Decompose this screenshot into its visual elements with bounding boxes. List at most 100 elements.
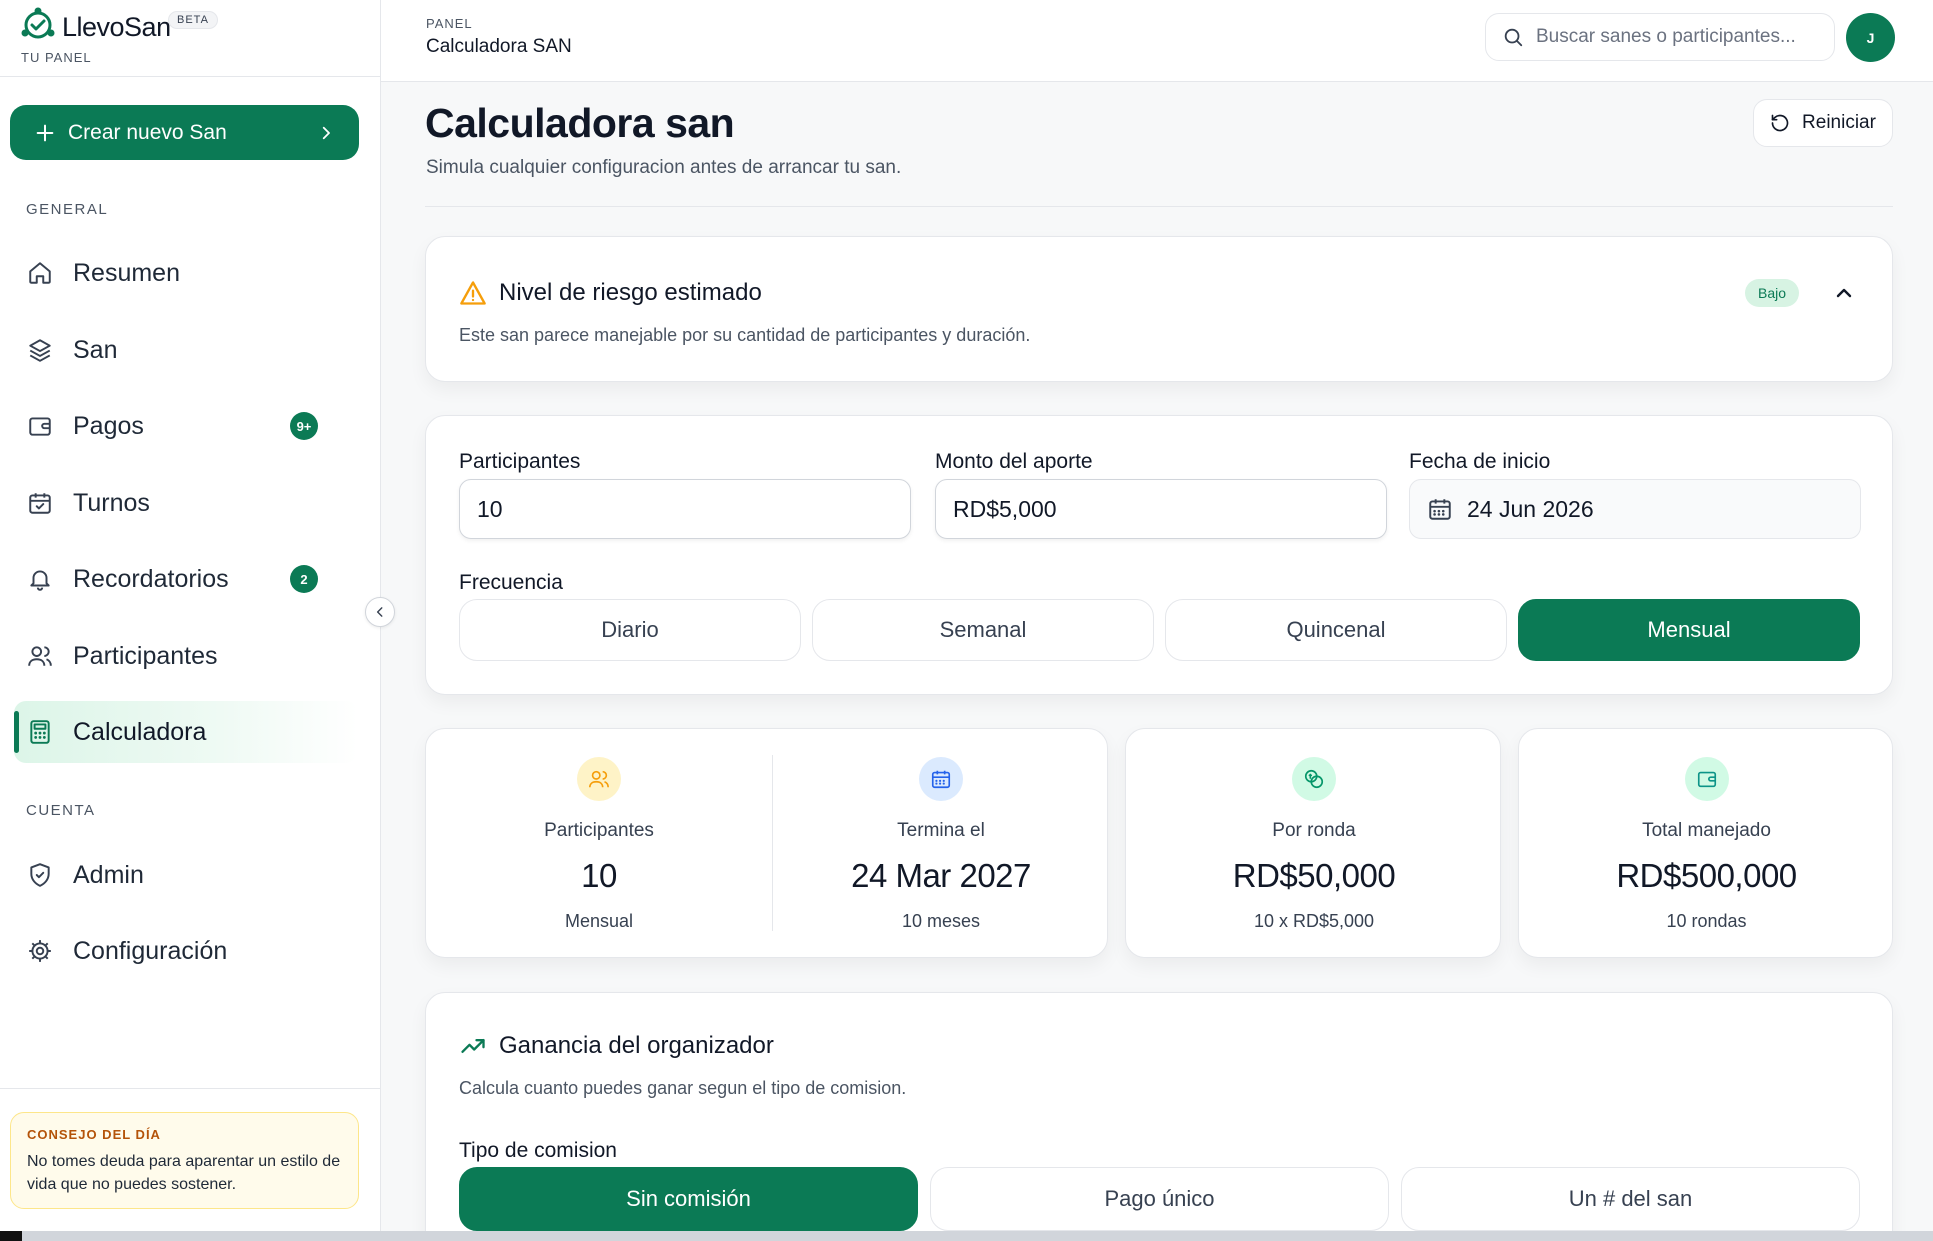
pagos-count-badge: 9+ [290, 412, 318, 440]
sidebar-item-label: Resumen [73, 258, 180, 287]
rotate-ccw-icon [1771, 114, 1789, 132]
layers-icon [29, 339, 51, 362]
avatar[interactable]: J [1846, 13, 1895, 62]
chevron-up-icon[interactable] [1832, 281, 1856, 305]
users-icon [577, 757, 621, 801]
sidebar-item-pagos[interactable]: Pagos 9+ [14, 395, 358, 457]
top-header: PANEL Calculadora SAN Buscar sanes o par… [381, 0, 1933, 82]
stat-sub: Mensual [564, 911, 634, 931]
create-san-label: Crear nuevo San [68, 120, 227, 144]
sidebar-item-label: Calculadora [73, 717, 207, 746]
sidebar-item-label: Configuración [73, 936, 228, 965]
sidebar-item-label: Recordatorios [73, 564, 229, 593]
sidebar-item-calculadora[interactable]: Calculadora [14, 701, 358, 763]
plus-icon [36, 124, 54, 141]
amount-input[interactable]: RD$5,000 [935, 479, 1387, 539]
stat-value: RD$50,000 [1232, 857, 1396, 894]
page-title: Calculadora san [425, 100, 735, 146]
frequency-option-quincenal[interactable]: Quincenal [1165, 599, 1507, 661]
gain-title: Ganancia del organizador [459, 1032, 774, 1060]
stat-value: 24 Mar 2027 [851, 857, 1031, 894]
stat-label: Termina el [897, 820, 985, 841]
stat-value: 10 [581, 857, 617, 894]
section-general: GENERAL [26, 201, 109, 218]
participants-label: Participantes [459, 450, 581, 473]
breadcrumb-title: Calculadora SAN [426, 36, 572, 57]
bell-icon [30, 570, 50, 591]
commission-option-numero-del-san[interactable]: Un # del san [1401, 1167, 1860, 1231]
sidebar-item-resumen[interactable]: Resumen [14, 242, 358, 304]
gain-title-text: Ganancia del organizador [499, 1032, 774, 1059]
search-placeholder: Buscar sanes o participantes... [1536, 26, 1796, 47]
page-subtitle: Simula cualquier configuracion antes de … [426, 157, 902, 178]
frequency-option-semanal[interactable]: Semanal [812, 599, 1154, 661]
stat-per-round: Por ronda RD$50,000 10 x RD$5,000 [1126, 729, 1502, 959]
search-input[interactable]: Buscar sanes o participantes... [1485, 13, 1835, 61]
start-date-value: 24 Jun 2026 [1467, 495, 1594, 522]
collapse-sidebar-button[interactable] [365, 597, 395, 627]
gain-description: Calcula cuanto puedes ganar segun el tip… [459, 1078, 907, 1098]
reset-button[interactable]: Reiniciar [1753, 99, 1893, 147]
brand-name: LlevoSan [62, 12, 171, 42]
scrollbar-thumb[interactable] [0, 1231, 22, 1241]
chevron-left-icon [376, 607, 383, 617]
section-cuenta: CUENTA [26, 802, 96, 819]
risk-title: Nivel de riesgo estimado [459, 279, 762, 307]
breadcrumb-section: PANEL [426, 16, 473, 31]
sidebar-item-label: San [73, 335, 118, 364]
commission-option-sin-comision[interactable]: Sin comisión [459, 1167, 918, 1231]
stat-value: RD$500,000 [1616, 857, 1797, 894]
search-icon [1504, 28, 1523, 47]
config-form-card: Participantes 10 Monto del aporte RD$5,0… [425, 415, 1893, 695]
stat-total: Total manejado RD$500,000 10 rondas [1519, 729, 1894, 959]
sidebar-item-recordatorios[interactable]: Recordatorios 2 [14, 548, 358, 610]
commission-option-pago-unico[interactable]: Pago único [930, 1167, 1389, 1231]
stat-label: Participantes [544, 820, 654, 841]
reset-label: Reiniciar [1802, 112, 1876, 133]
sidebar-item-participantes[interactable]: Participantes [14, 625, 358, 687]
sidebar-item-configuracion[interactable]: Configuración [14, 920, 358, 982]
frequency-option-mensual[interactable]: Mensual [1518, 599, 1860, 661]
risk-title-text: Nivel de riesgo estimado [499, 279, 762, 306]
beta-badge: BETA [168, 11, 218, 29]
wallet-icon [29, 417, 51, 436]
wallet-icon [1684, 757, 1729, 801]
warning-icon [460, 281, 486, 305]
chevron-right-icon [322, 126, 330, 139]
stat-label: Total manejado [1642, 820, 1771, 841]
sidebar-item-label: Admin [73, 860, 144, 889]
stats-card-total: Total manejado RD$500,000 10 rondas [1518, 728, 1893, 958]
tip-title: CONSEJO DEL DÍA [27, 1127, 161, 1142]
stat-label: Por ronda [1272, 820, 1356, 841]
brand-subtitle: TU PANEL [21, 50, 92, 65]
amount-label: Monto del aporte [935, 450, 1093, 473]
gear-icon [29, 940, 51, 962]
tip-of-the-day: CONSEJO DEL DÍA No tomes deuda para apar… [10, 1112, 359, 1209]
amount-value: RD$5,000 [953, 495, 1057, 522]
sidebar: LlevoSan BETA TU PANEL Crear nuevo San G… [0, 0, 381, 1241]
participants-input[interactable]: 10 [459, 479, 911, 539]
stat-sub: 10 x RD$5,000 [1253, 911, 1375, 931]
stat-sub: 10 rondas [1666, 911, 1747, 931]
stat-end-date: Termina el 24 Mar 2027 10 meses [773, 729, 1109, 959]
stats-card-per-round: Por ronda RD$50,000 10 x RD$5,000 [1125, 728, 1501, 958]
sidebar-item-admin[interactable]: Admin [14, 844, 358, 906]
participants-value: 10 [477, 495, 503, 522]
calendar-check-icon [29, 493, 51, 514]
create-san-button[interactable]: Crear nuevo San [10, 105, 359, 160]
home-icon [29, 262, 51, 284]
start-date-label: Fecha de inicio [1409, 450, 1551, 473]
sidebar-item-san[interactable]: San [14, 319, 358, 381]
commission-type-label: Tipo de comision [459, 1139, 617, 1162]
sidebar-item-turnos[interactable]: Turnos [14, 472, 358, 534]
organizer-gain-card: Ganancia del organizador Calcula cuanto … [425, 992, 1893, 1241]
sidebar-item-label: Turnos [73, 488, 150, 517]
divider [0, 1088, 380, 1089]
start-date-picker[interactable]: 24 Jun 2026 [1409, 479, 1861, 539]
users-icon [28, 646, 52, 666]
recordatorios-count-badge: 2 [290, 565, 318, 593]
horizontal-scrollbar[interactable] [0, 1231, 1933, 1241]
shield-check-icon [30, 863, 50, 887]
calculator-icon [30, 720, 50, 744]
frequency-option-diario[interactable]: Diario [459, 599, 801, 661]
